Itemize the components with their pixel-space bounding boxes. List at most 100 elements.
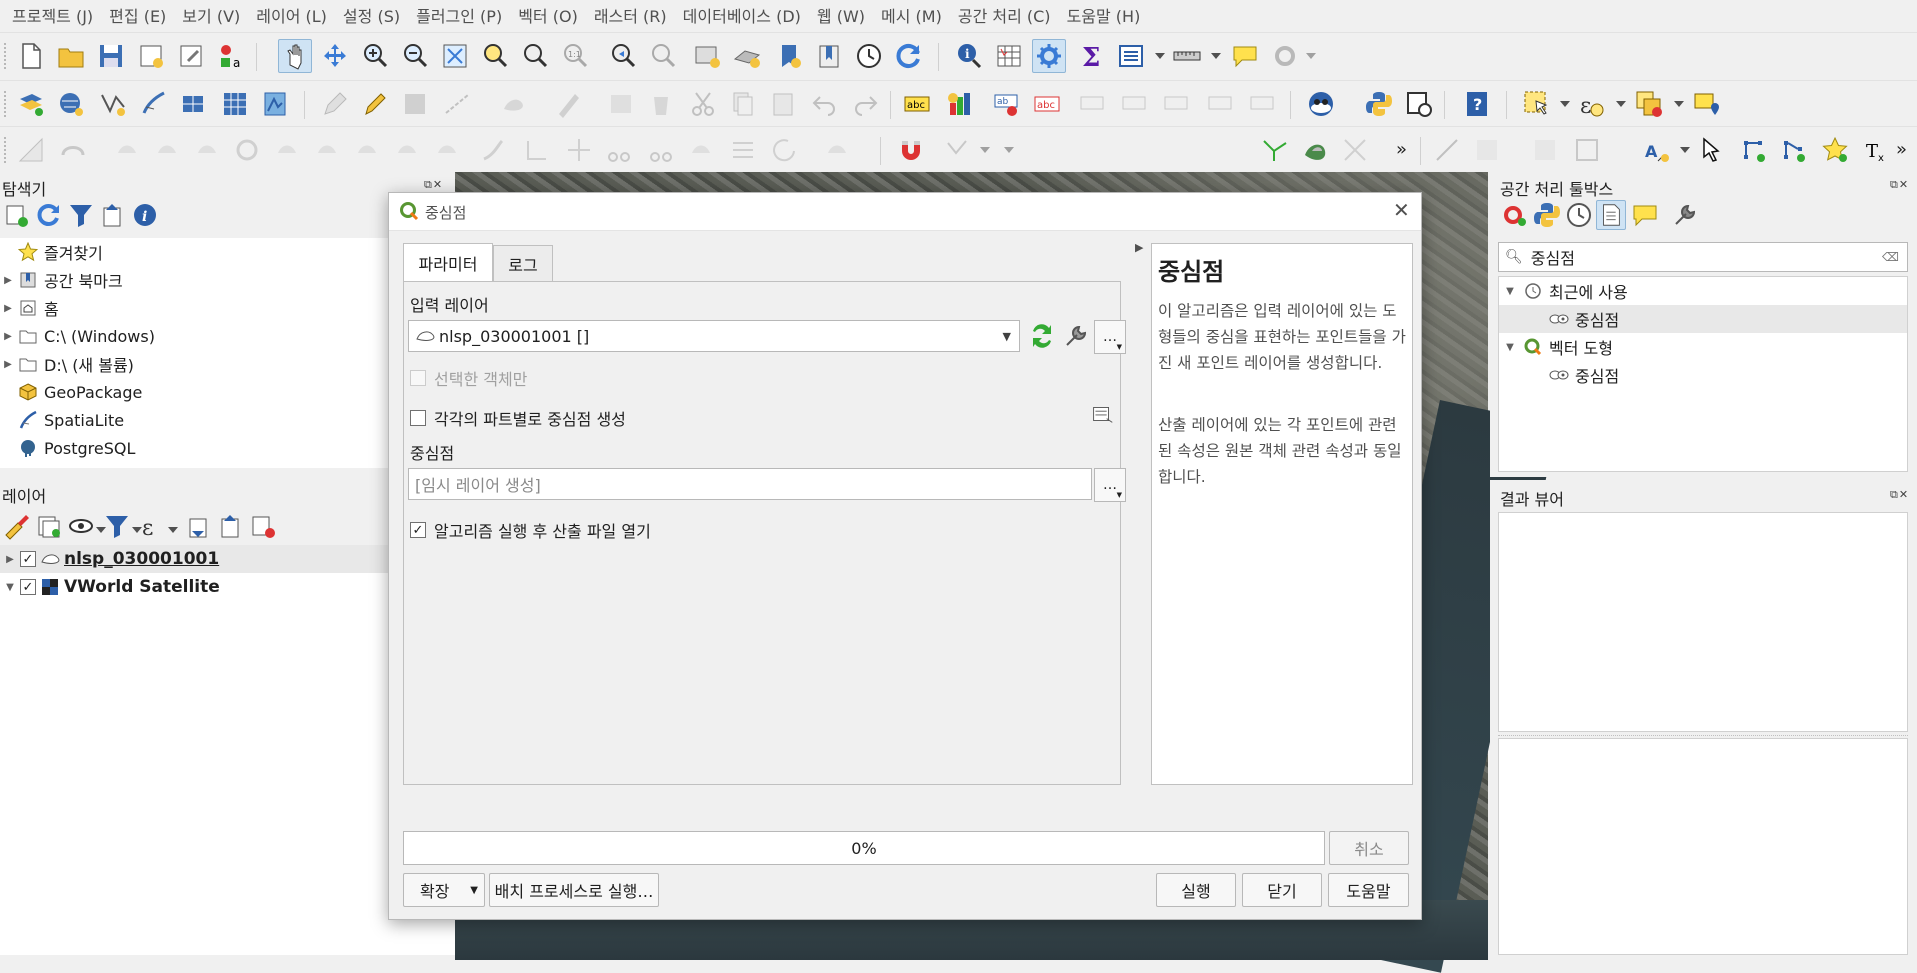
- new-map-view-icon[interactable]: [690, 39, 724, 73]
- temporal-controller-icon[interactable]: [852, 39, 886, 73]
- add-part-icon[interactable]: [270, 133, 304, 167]
- collapse-all-layers-icon[interactable]: [216, 511, 246, 541]
- menu-web[interactable]: 웹 (W): [809, 3, 873, 27]
- fill-ring-icon[interactable]: [310, 133, 344, 167]
- zoom-in-icon[interactable]: [358, 39, 392, 73]
- shape-digitizing-2-icon[interactable]: [1470, 133, 1504, 167]
- processing-tree[interactable]: ▼ 최근에 사용 중심점 ▼ 벡터 도형 중심점: [1498, 276, 1908, 472]
- browser-tree[interactable]: 즐겨찾기 ▶ 공간 북마크 ▶ 홈 ▶ C:\ (Windows) ▶ D:\ …: [0, 238, 455, 468]
- offset-point-symbols-icon[interactable]: [820, 133, 854, 167]
- add-spatialite-icon[interactable]: [136, 87, 170, 121]
- output-browse-button[interactable]: … ▼: [1094, 468, 1126, 502]
- save-edits-icon[interactable]: [398, 87, 432, 121]
- merge-attributes-icon[interactable]: [726, 133, 760, 167]
- menu-edit[interactable]: 편집 (E): [101, 3, 174, 27]
- merge-features-icon[interactable]: [684, 133, 718, 167]
- browser-item-spatial-bookmarks[interactable]: ▶ 공간 북마크: [0, 266, 123, 294]
- collapse-arrow-icon[interactable]: ▼: [0, 582, 20, 593]
- close-button[interactable]: 닫기: [1242, 873, 1322, 907]
- select-by-expression-icon[interactable]: ε: [1574, 87, 1608, 121]
- add-circular-string-icon[interactable]: [56, 133, 90, 167]
- reverse-line-icon[interactable]: [520, 133, 554, 167]
- menu-settings[interactable]: 설정 (S): [335, 3, 408, 27]
- refresh-browser-icon[interactable]: [34, 200, 64, 230]
- add-ring-icon[interactable]: [230, 133, 264, 167]
- zoom-native-icon[interactable]: 1:1: [558, 39, 592, 73]
- menu-database[interactable]: 데이터베이스 (D): [675, 3, 809, 27]
- open-output-checkbox[interactable]: ✓: [410, 522, 426, 538]
- menu-vector[interactable]: 벡터 (O): [510, 3, 586, 27]
- pan-map-icon[interactable]: [278, 39, 312, 73]
- expand-arrow-icon[interactable]: ▶: [0, 359, 16, 370]
- annotation-text-icon[interactable]: A: [1640, 133, 1674, 167]
- processing-group-vector-geometry[interactable]: ▼ 벡터 도형: [1499, 333, 1613, 361]
- expand-arrow-icon[interactable]: ▶: [0, 554, 20, 565]
- expand-arrow-icon[interactable]: ▶: [0, 303, 16, 314]
- annotation-text-2-icon[interactable]: Tx: [1860, 133, 1894, 167]
- advanced-button[interactable]: 확장 ▼: [403, 873, 485, 907]
- panel-float-close-icons[interactable]: ⧉✕: [1890, 178, 1909, 192]
- add-selected-layers-icon[interactable]: [2, 200, 32, 230]
- open-output-checkbox-row[interactable]: ✓ 알고리즘 실행 후 산출 파일 열기: [410, 518, 651, 542]
- menu-view[interactable]: 보기 (V): [174, 3, 248, 27]
- scheduler-icon[interactable]: [1402, 87, 1436, 121]
- add-vector-layer-icon[interactable]: [54, 87, 88, 121]
- per-part-checkbox[interactable]: [410, 410, 426, 426]
- layer-diagram-icon[interactable]: [942, 87, 976, 121]
- pan-to-selection-icon[interactable]: [318, 39, 352, 73]
- new-project-icon[interactable]: [14, 39, 48, 73]
- open-attribute-table-icon[interactable]: [992, 39, 1026, 73]
- move-feature-icon[interactable]: [110, 133, 144, 167]
- zoom-to-layer-icon[interactable]: [518, 39, 552, 73]
- edit-table-icon[interactable]: [604, 87, 638, 121]
- help-contents-icon[interactable]: ?: [1460, 87, 1494, 121]
- add-wms-layer-icon[interactable]: [258, 87, 292, 121]
- settings-gear-icon[interactable]: [1268, 39, 1302, 73]
- select-by-location-icon[interactable]: [1690, 87, 1724, 121]
- toolbar-overflow-chevron[interactable]: »: [1896, 139, 1907, 160]
- data-source-manager-icon[interactable]: [14, 87, 48, 121]
- selected-only-checkbox-row[interactable]: 선택한 객체만: [410, 366, 527, 390]
- history-icon[interactable]: [1564, 200, 1594, 230]
- expand-arrow-icon[interactable]: ▶: [0, 331, 16, 342]
- processing-algorithm-centroids-recent[interactable]: 중심점: [1499, 305, 1907, 333]
- advanced-options-wrench-icon[interactable]: [1060, 320, 1092, 352]
- add-delimited-layer-icon[interactable]: [96, 87, 130, 121]
- paste-features-icon[interactable]: [766, 87, 800, 121]
- iterate-features-icon[interactable]: [1026, 320, 1058, 352]
- browser-item-home[interactable]: ▶ 홈: [0, 294, 59, 322]
- toolbar-grip[interactable]: [4, 91, 8, 117]
- shape-digitizing-icon[interactable]: [1430, 133, 1464, 167]
- new-print-layout-icon[interactable]: [134, 39, 168, 73]
- browser-item-spatialite[interactable]: SpatiaLite: [0, 406, 124, 434]
- delete-selected-icon[interactable]: [644, 87, 678, 121]
- annotation-marker-icon[interactable]: [1818, 133, 1852, 167]
- python-scripts-icon[interactable]: [1532, 200, 1562, 230]
- menu-raster[interactable]: 래스터 (R): [586, 3, 675, 27]
- toolbar-grip[interactable]: [4, 137, 8, 163]
- trim-extend-icon[interactable]: [562, 133, 596, 167]
- refresh-icon[interactable]: [892, 39, 926, 73]
- collapse-arrow-icon[interactable]: ▼: [1499, 286, 1521, 297]
- menu-processing[interactable]: 공간 처리 (C): [950, 3, 1059, 27]
- menu-layer[interactable]: 레이어 (L): [248, 3, 335, 27]
- qgis-cloud-icon[interactable]: [1304, 87, 1338, 121]
- panel-float-close-icons[interactable]: ⧉✕: [424, 178, 443, 192]
- menu-help[interactable]: 도움말 (H): [1059, 3, 1149, 27]
- browser-item-drive-c[interactable]: ▶ C:\ (Windows): [0, 322, 155, 350]
- toolbar-grip[interactable]: [4, 43, 8, 69]
- expand-all-icon[interactable]: [184, 511, 214, 541]
- selected-only-checkbox[interactable]: [410, 370, 426, 386]
- label-tool-icon[interactable]: [1204, 87, 1238, 121]
- shape-digitizing-3-icon[interactable]: [1528, 133, 1562, 167]
- deselect-features-icon[interactable]: [1632, 87, 1666, 121]
- copy-features-icon[interactable]: [726, 87, 760, 121]
- collapse-all-icon[interactable]: [98, 200, 128, 230]
- modify-attributes-icon[interactable]: [552, 87, 586, 121]
- add-line-feature-icon[interactable]: [440, 87, 474, 121]
- toolbar-overflow-chevron[interactable]: »: [1396, 139, 1407, 160]
- add-raster-layer-icon[interactable]: [218, 87, 252, 121]
- redo-icon[interactable]: [848, 87, 882, 121]
- new-bookmark-icon[interactable]: [772, 39, 806, 73]
- processing-group-recent[interactable]: ▼ 최근에 사용: [1499, 277, 1628, 305]
